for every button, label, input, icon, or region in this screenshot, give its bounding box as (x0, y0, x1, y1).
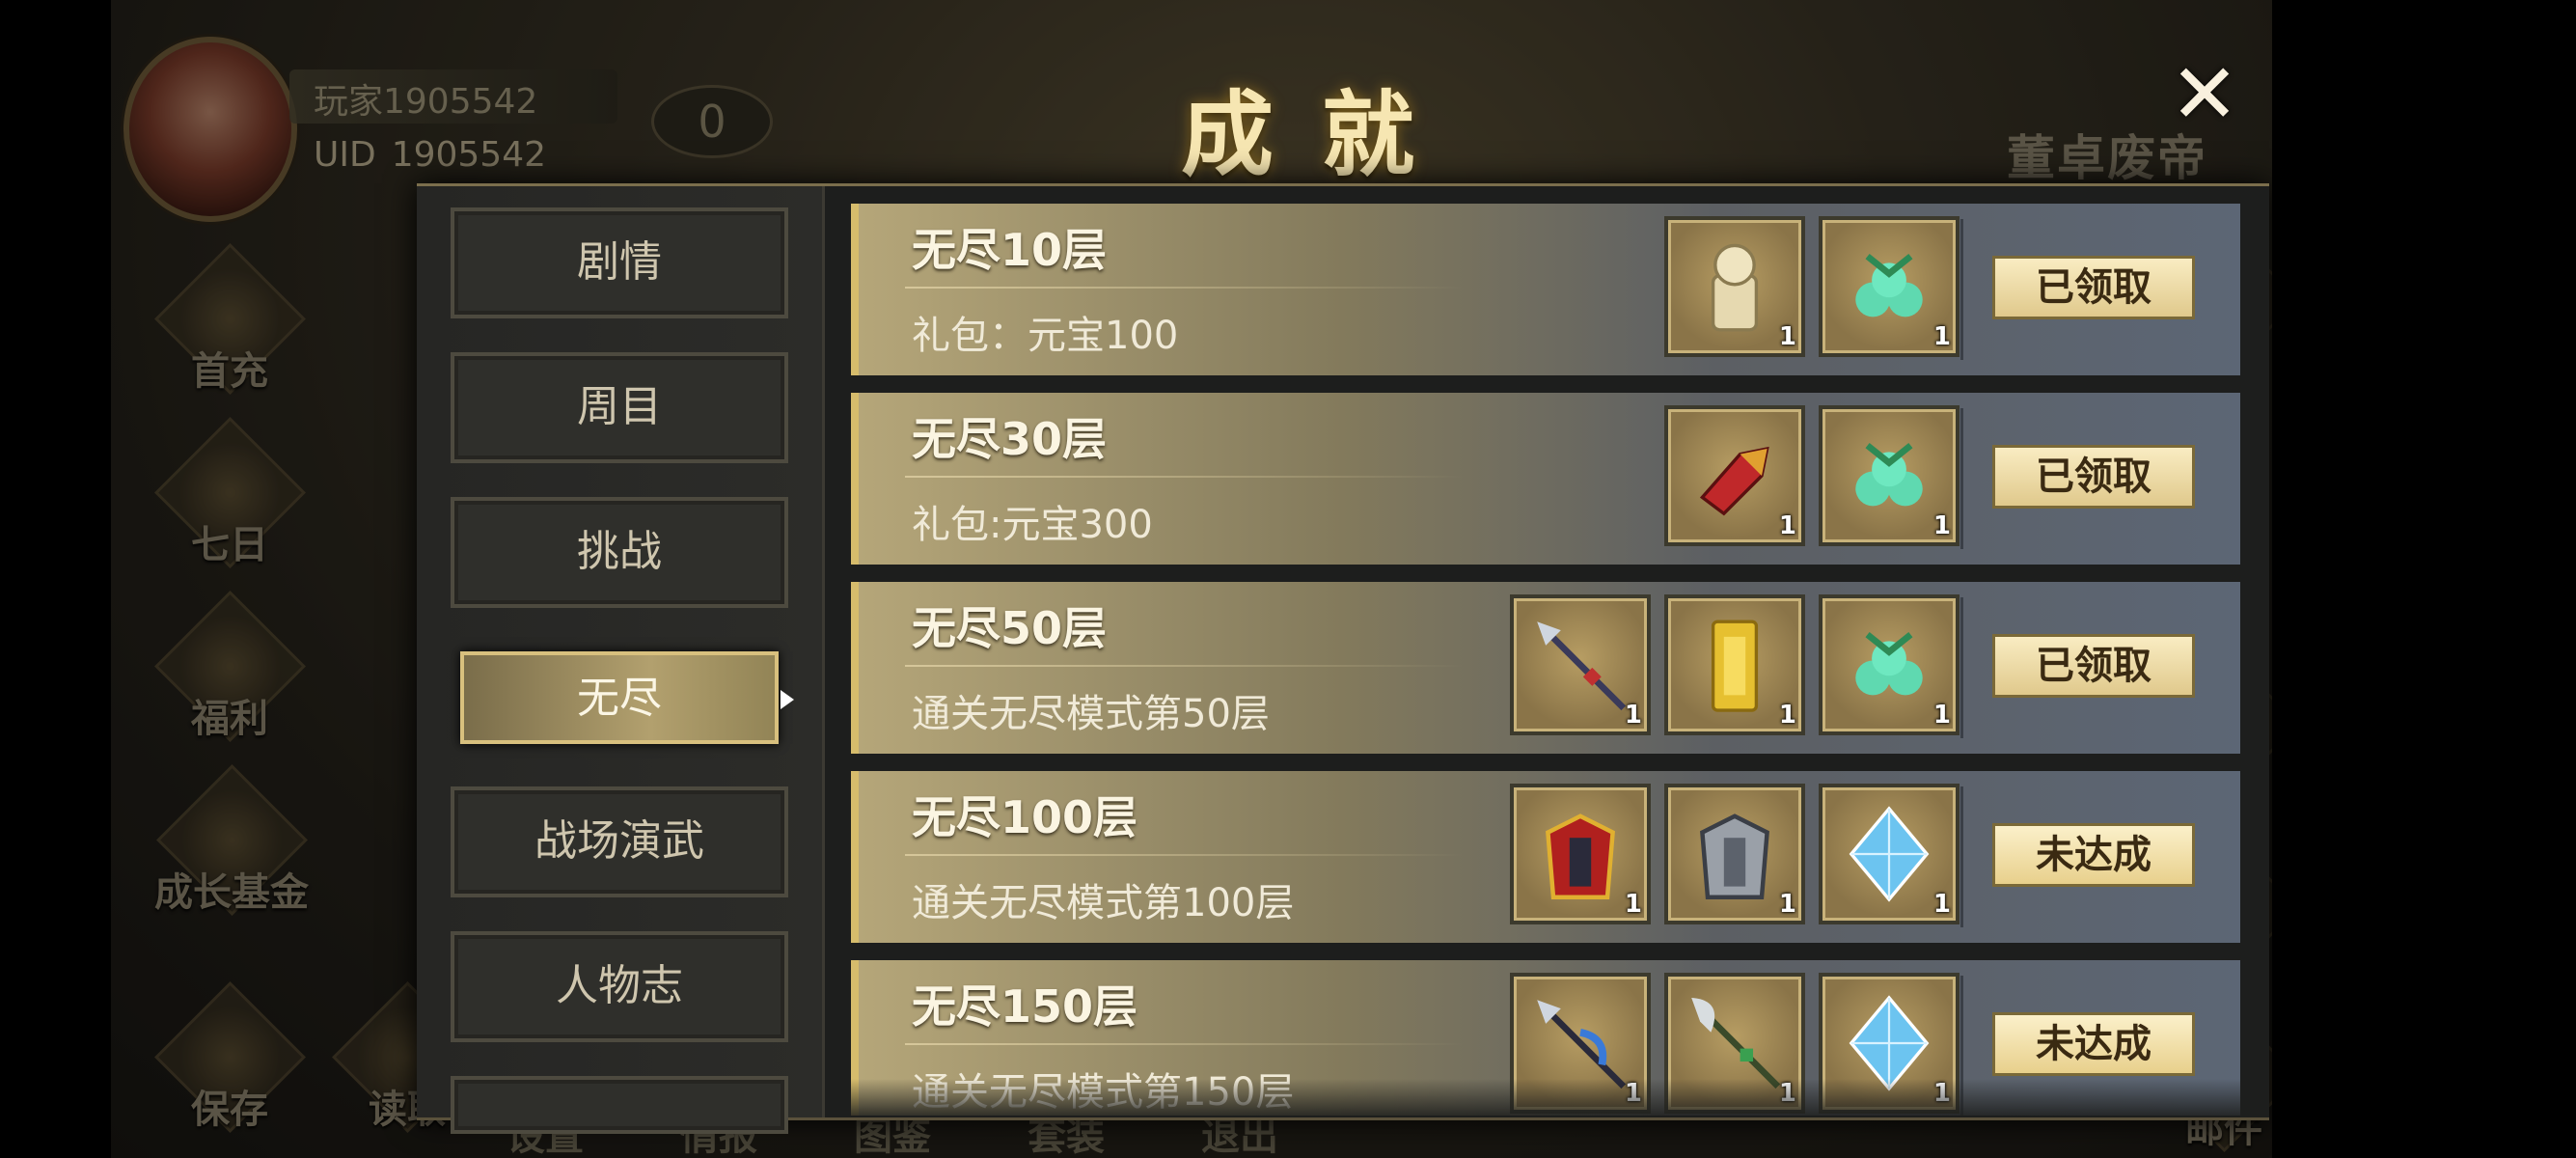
reward-count: 1 (1624, 890, 1642, 919)
achievement-row: 无尽10层礼包：元宝100 1 1 已领取 (851, 204, 2240, 375)
row-divider (1960, 219, 1963, 360)
tab-cycle[interactable]: 周目 (451, 352, 788, 463)
reward-count: 1 (1778, 322, 1796, 351)
tab-endless[interactable]: 无尽 (460, 651, 794, 744)
achievement-row: 无尽50层通关无尽模式第50层 1 1 1 已领取 (851, 582, 2240, 754)
reward-item[interactable]: 1 (1819, 405, 1959, 546)
close-icon[interactable]: ✕ (2166, 53, 2243, 136)
achievement-row: 无尽150层通关无尽模式第150层 1 1 1 未达成 (851, 960, 2240, 1116)
reward-item[interactable]: 1 (1510, 784, 1651, 924)
achievement-title: 无尽30层 (912, 413, 1108, 465)
reward-count: 1 (1778, 701, 1796, 730)
achievement-description: 通关无尽模式第100层 (912, 881, 1295, 925)
not-achieved-button[interactable]: 未达成 (1992, 823, 2195, 887)
achievement-title: 无尽150层 (912, 980, 1138, 1033)
achievement-description: 礼包:元宝300 (912, 503, 1153, 547)
tab-biography[interactable]: 人物志 (451, 931, 788, 1042)
tab-battlefield[interactable]: 战场演武 (451, 786, 788, 897)
reward-count: 1 (1778, 890, 1796, 919)
reward-count: 1 (1932, 701, 1951, 730)
reward-count: 1 (1932, 322, 1951, 351)
row-divider (1960, 408, 1963, 549)
category-tabs: 剧情 周目 挑战 无尽 战场演武 人物志 (417, 186, 825, 1134)
achievement-panel: 剧情 周目 挑战 无尽 战场演武 人物志 无尽10层 礼包：元宝100 1 1 已领取无… (417, 183, 2269, 1134)
achievement-description: 通关无尽模式第150层 (912, 1070, 1295, 1115)
reward-item[interactable]: 1 (1819, 973, 1959, 1114)
row-divider (1960, 597, 1963, 738)
reward-count: 1 (1932, 511, 1951, 540)
tab-more[interactable] (451, 1076, 788, 1134)
claimed-button[interactable]: 已领取 (1992, 256, 2195, 319)
row-divider (1960, 976, 1963, 1116)
reward-count: 1 (1932, 890, 1951, 919)
tab-story[interactable]: 剧情 (451, 207, 788, 318)
reward-count: 1 (1778, 1079, 1796, 1108)
reward-item[interactable]: 1 (1664, 784, 1805, 924)
row-divider (1960, 786, 1963, 927)
reward-item[interactable]: 1 (1819, 216, 1959, 357)
achievement-title: 无尽10层 (912, 224, 1108, 276)
claimed-button[interactable]: 已领取 (1992, 634, 2195, 698)
achievement-title: 无尽50层 (912, 602, 1108, 654)
title-underline (905, 854, 1465, 856)
achievement-row: 无尽30层礼包:元宝300 1 1 已领取 (851, 393, 2240, 565)
achievement-description: 通关无尽模式第50层 (912, 692, 1270, 736)
reward-item[interactable]: 1 (1510, 594, 1651, 735)
reward-count: 1 (1624, 1079, 1642, 1108)
reward-item[interactable]: 1 (1664, 594, 1805, 735)
title-underline (905, 1043, 1465, 1045)
dialog-title: 成就 (1181, 80, 1463, 189)
achievement-list[interactable]: 无尽10层 礼包：元宝100 1 1 已领取 无尽30层 礼包:元宝300 1 1 已领取 无尽50… (851, 204, 2240, 1116)
reward-count: 1 (1624, 701, 1642, 730)
achievement-description: 礼包：元宝100 (912, 314, 1179, 358)
reward-count: 1 (1778, 511, 1796, 540)
not-achieved-button[interactable]: 未达成 (1992, 1012, 2195, 1076)
reward-item[interactable]: 1 (1664, 405, 1805, 546)
title-underline (905, 476, 1465, 478)
achievement-row: 无尽100层通关无尽模式第100层 1 1 1 未达成 (851, 771, 2240, 943)
claimed-button[interactable]: 已领取 (1992, 445, 2195, 509)
title-underline (905, 287, 1465, 289)
title-underline (905, 665, 1465, 667)
reward-item[interactable]: 1 (1819, 784, 1959, 924)
tab-challenge[interactable]: 挑战 (451, 497, 788, 608)
reward-item[interactable]: 1 (1664, 216, 1805, 357)
reward-count: 1 (1932, 1079, 1951, 1108)
achievement-title: 无尽100层 (912, 791, 1138, 843)
reward-item[interactable]: 1 (1664, 973, 1805, 1114)
reward-item[interactable]: 1 (1819, 594, 1959, 735)
reward-item[interactable]: 1 (1510, 973, 1651, 1114)
